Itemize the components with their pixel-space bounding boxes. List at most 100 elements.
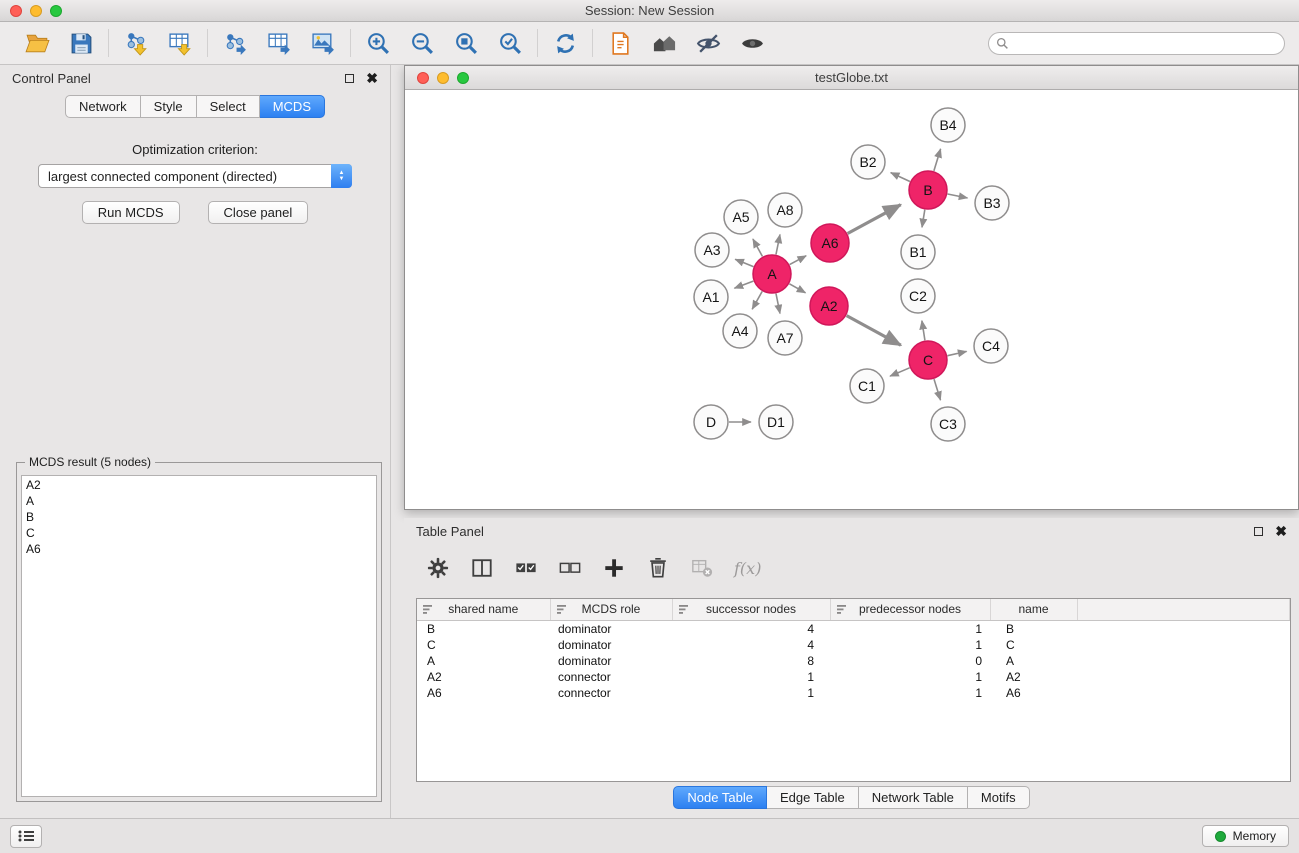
column-header-mcds-role[interactable]: MCDS role bbox=[550, 599, 672, 620]
tab-node-table[interactable]: Node Table bbox=[673, 786, 767, 809]
edge-B-B1[interactable] bbox=[922, 210, 925, 228]
tab-select[interactable]: Select bbox=[197, 95, 260, 118]
tab-mcds[interactable]: MCDS bbox=[260, 95, 325, 118]
show-columns-button[interactable] bbox=[470, 556, 494, 580]
edge-A-A2[interactable] bbox=[789, 284, 805, 293]
edge-A6-B[interactable] bbox=[848, 205, 901, 234]
edge-B-B3[interactable] bbox=[948, 194, 968, 198]
open-file-button[interactable] bbox=[23, 29, 51, 57]
export-network-button[interactable] bbox=[221, 29, 249, 57]
export-table-button[interactable] bbox=[265, 29, 293, 57]
float-table-panel-icon[interactable] bbox=[1254, 527, 1263, 536]
edge-C-C1[interactable] bbox=[890, 368, 910, 376]
zoom-fit-button[interactable] bbox=[452, 29, 480, 57]
edge-A-A4[interactable] bbox=[752, 291, 762, 309]
edge-A-A6[interactable] bbox=[790, 256, 807, 265]
import-table-button[interactable] bbox=[166, 29, 194, 57]
edge-A-A5[interactable] bbox=[753, 239, 763, 256]
zoom-out-button[interactable] bbox=[408, 29, 436, 57]
column-header-predecessor-nodes[interactable]: predecessor nodes bbox=[830, 599, 990, 620]
graph-node-label-A4: A4 bbox=[731, 323, 748, 339]
tab-network-table[interactable]: Network Table bbox=[859, 786, 968, 809]
delete-column-button[interactable] bbox=[646, 556, 670, 580]
zoom-in-button[interactable] bbox=[364, 29, 392, 57]
run-mcds-button[interactable]: Run MCDS bbox=[82, 201, 180, 224]
table-cell-filler bbox=[1077, 620, 1290, 637]
tab-edge-table[interactable]: Edge Table bbox=[767, 786, 859, 809]
edge-C-C4[interactable] bbox=[948, 351, 967, 355]
hide-graphics-details-button[interactable] bbox=[694, 29, 722, 57]
memory-button[interactable]: Memory bbox=[1202, 825, 1289, 847]
search-input[interactable] bbox=[988, 32, 1285, 55]
node-table: shared name MCDS role successor nodes pr… bbox=[417, 599, 1290, 701]
app-titlebar: Session: New Session bbox=[0, 0, 1299, 22]
table-settings-button[interactable] bbox=[426, 556, 450, 580]
criterion-dropdown[interactable]: largest connected component (directed) ▲… bbox=[38, 164, 352, 188]
table-cell: B bbox=[417, 620, 550, 637]
table-row[interactable]: Cdominator41C bbox=[417, 637, 1290, 653]
mcds-result-item[interactable]: B bbox=[26, 509, 372, 525]
table-row[interactable]: Adominator80A bbox=[417, 653, 1290, 669]
network-window-titlebar[interactable]: testGlobe.txt bbox=[405, 66, 1298, 90]
edge-C-C2[interactable] bbox=[922, 321, 925, 341]
edge-B-B2[interactable] bbox=[891, 173, 910, 182]
close-panel-button[interactable]: Close panel bbox=[208, 201, 309, 224]
network-canvas[interactable]: B4B2BB3A5A8A6B1A3AC2A1A2A4A7C4CC1C3DD1 bbox=[405, 90, 1298, 509]
export-table-icon bbox=[267, 31, 292, 56]
search-icon bbox=[996, 37, 1009, 50]
edge-A2-C[interactable] bbox=[847, 316, 901, 346]
export-image-button[interactable] bbox=[309, 29, 337, 57]
control-panel-title: Control Panel bbox=[12, 71, 91, 86]
edge-A-A7[interactable] bbox=[776, 294, 780, 314]
deselect-all-button[interactable] bbox=[558, 556, 582, 580]
home-button[interactable] bbox=[650, 29, 678, 57]
graph-node-label-A3: A3 bbox=[703, 242, 720, 258]
close-table-panel-icon[interactable]: ✖ bbox=[1275, 526, 1287, 536]
unchecked-boxes-icon bbox=[559, 557, 581, 579]
edge-A-A3[interactable] bbox=[735, 259, 753, 266]
task-history-button[interactable] bbox=[10, 825, 42, 848]
node-table-container: shared name MCDS role successor nodes pr… bbox=[416, 598, 1291, 782]
table-cell: 1 bbox=[830, 637, 990, 653]
delete-table-button[interactable] bbox=[690, 556, 714, 580]
show-graphics-details-button[interactable] bbox=[738, 29, 766, 57]
mcds-result-item[interactable]: A bbox=[26, 493, 372, 509]
function-builder-button[interactable]: f(x) bbox=[734, 559, 761, 578]
table-row[interactable]: A2connector11A2 bbox=[417, 669, 1290, 685]
column-header-name[interactable]: name bbox=[990, 599, 1077, 620]
mcds-result-list[interactable]: A2ABCA6 bbox=[21, 475, 377, 797]
column-header-successor-nodes[interactable]: successor nodes bbox=[672, 599, 830, 620]
network-window-title: testGlobe.txt bbox=[405, 70, 1298, 85]
close-panel-icon[interactable]: ✖ bbox=[366, 73, 378, 83]
import-network-button[interactable] bbox=[122, 29, 150, 57]
edge-C-C3[interactable] bbox=[934, 379, 941, 400]
select-all-button[interactable] bbox=[514, 556, 538, 580]
zoom-out-icon bbox=[410, 31, 435, 56]
eye-slash-icon bbox=[696, 31, 721, 56]
column-header-shared-name[interactable]: shared name bbox=[417, 599, 550, 620]
tab-style[interactable]: Style bbox=[141, 95, 197, 118]
table-row[interactable]: Bdominator41B bbox=[417, 620, 1290, 637]
mcds-result-item[interactable]: A2 bbox=[26, 477, 372, 493]
session-file-button[interactable] bbox=[606, 29, 634, 57]
edge-A-A1[interactable] bbox=[734, 281, 753, 288]
table-cell: A6 bbox=[417, 685, 550, 701]
table-row[interactable]: A6connector11A6 bbox=[417, 685, 1290, 701]
mcds-result-item[interactable]: C bbox=[26, 525, 372, 541]
zoom-selected-icon bbox=[498, 31, 523, 56]
tab-network[interactable]: Network bbox=[65, 95, 141, 118]
edge-A-A8[interactable] bbox=[776, 235, 780, 255]
table-cell: 8 bbox=[672, 653, 830, 669]
create-column-button[interactable] bbox=[602, 556, 626, 580]
tab-motifs[interactable]: Motifs bbox=[968, 786, 1030, 809]
mcds-result-item[interactable]: A6 bbox=[26, 541, 372, 557]
refresh-layout-button[interactable] bbox=[551, 29, 579, 57]
table-panel-header: Table Panel ✖ bbox=[404, 518, 1299, 544]
zoom-selected-button[interactable] bbox=[496, 29, 524, 57]
edge-B-B4[interactable] bbox=[934, 149, 941, 171]
save-session-button[interactable] bbox=[67, 29, 95, 57]
table-cell: C bbox=[417, 637, 550, 653]
float-panel-icon[interactable] bbox=[345, 74, 354, 83]
column-header-filler bbox=[1077, 599, 1290, 620]
table-toolbar: f(x) bbox=[410, 546, 761, 590]
